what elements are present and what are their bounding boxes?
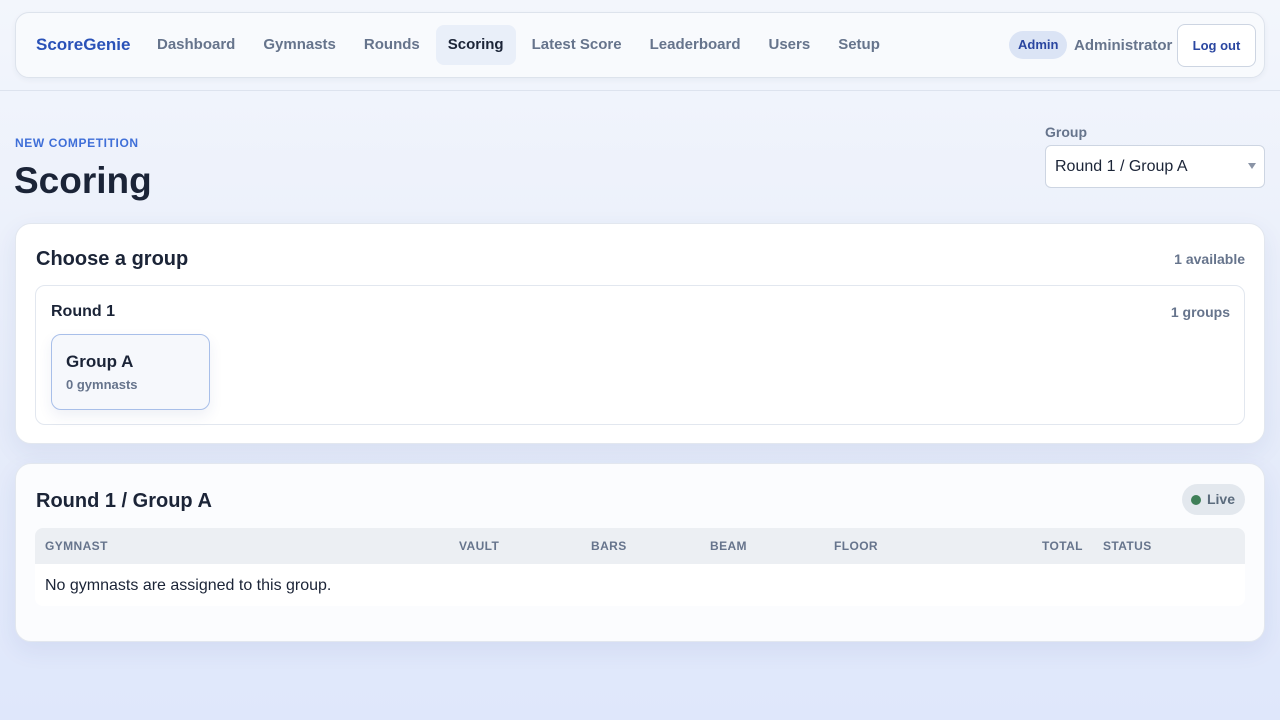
chevron-down-icon <box>1248 163 1256 169</box>
scores-table: GYMNAST VAULT BARS BEAM FLOOR TOTAL STAT… <box>35 528 1245 606</box>
column-header-status[interactable]: STATUS <box>1103 539 1152 553</box>
round-section: Round 1 1 groups Group A 0 gymnasts <box>35 285 1245 425</box>
choose-group-title: Choose a group <box>36 248 189 270</box>
choose-group-card: Choose a group 1 available Round 1 1 gro… <box>15 223 1265 444</box>
column-header-total[interactable]: TOTAL <box>1042 539 1083 553</box>
live-status-label: Live <box>1206 491 1235 507</box>
nav-item-rounds[interactable]: Rounds <box>352 25 432 65</box>
group-select-label: Group <box>1045 124 1087 140</box>
nav-item-leaderboard[interactable]: Leaderboard <box>638 25 753 65</box>
nav-item-users[interactable]: Users <box>756 25 822 65</box>
available-count: 1 available <box>1174 251 1245 267</box>
nav-item-dashboard[interactable]: Dashboard <box>145 25 247 65</box>
group-select-value: Round 1 / Group A <box>1055 158 1188 175</box>
nav-item-scoring[interactable]: Scoring <box>435 25 516 65</box>
logout-button[interactable]: Log out <box>1177 24 1256 67</box>
group-select[interactable]: Round 1 / Group A <box>1045 145 1265 188</box>
column-header-gymnast[interactable]: GYMNAST <box>45 539 108 553</box>
role-badge: Admin <box>1009 31 1068 59</box>
nav-item-latest-score[interactable]: Latest Score <box>520 25 634 65</box>
round-name: Round 1 <box>51 303 115 320</box>
column-header-floor[interactable]: FLOOR <box>834 539 878 553</box>
column-header-bars[interactable]: BARS <box>591 539 627 553</box>
competition-eyebrow: NEW COMPETITION <box>15 136 139 150</box>
group-tile-name: Group A <box>66 352 134 371</box>
nav-item-gymnasts[interactable]: Gymnasts <box>251 25 348 65</box>
live-dot-icon <box>1190 494 1201 505</box>
nav-item-setup[interactable]: Setup <box>826 25 892 65</box>
group-tile-gymnast-count: 0 gymnasts <box>66 377 138 392</box>
top-bar-region: ScoreGenie Dashboard Gymnasts Rounds Sco… <box>0 0 1280 91</box>
scoreboard-title: Round 1 / Group A <box>36 490 212 512</box>
user-name: Administrator <box>1074 37 1173 54</box>
top-navigation: ScoreGenie Dashboard Gymnasts Rounds Sco… <box>15 12 1265 78</box>
live-status-badge: Live <box>1181 484 1245 515</box>
main-nav: Dashboard Gymnasts Rounds Scoring Latest… <box>145 25 896 65</box>
group-tile-group-a[interactable]: Group A 0 gymnasts <box>51 334 210 410</box>
scoreboard-card: Round 1 / Group A Live GYMNAST VAULT BAR… <box>15 463 1265 642</box>
empty-table-message: No gymnasts are assigned to this group. <box>45 577 332 594</box>
column-header-vault[interactable]: VAULT <box>459 539 499 553</box>
page-title: Scoring <box>14 160 152 201</box>
column-header-beam[interactable]: BEAM <box>710 539 747 553</box>
brand-logo[interactable]: ScoreGenie <box>36 35 131 55</box>
round-group-count: 1 groups <box>1170 304 1230 320</box>
table-header: GYMNAST VAULT BARS BEAM FLOOR TOTAL STAT… <box>35 528 1245 564</box>
